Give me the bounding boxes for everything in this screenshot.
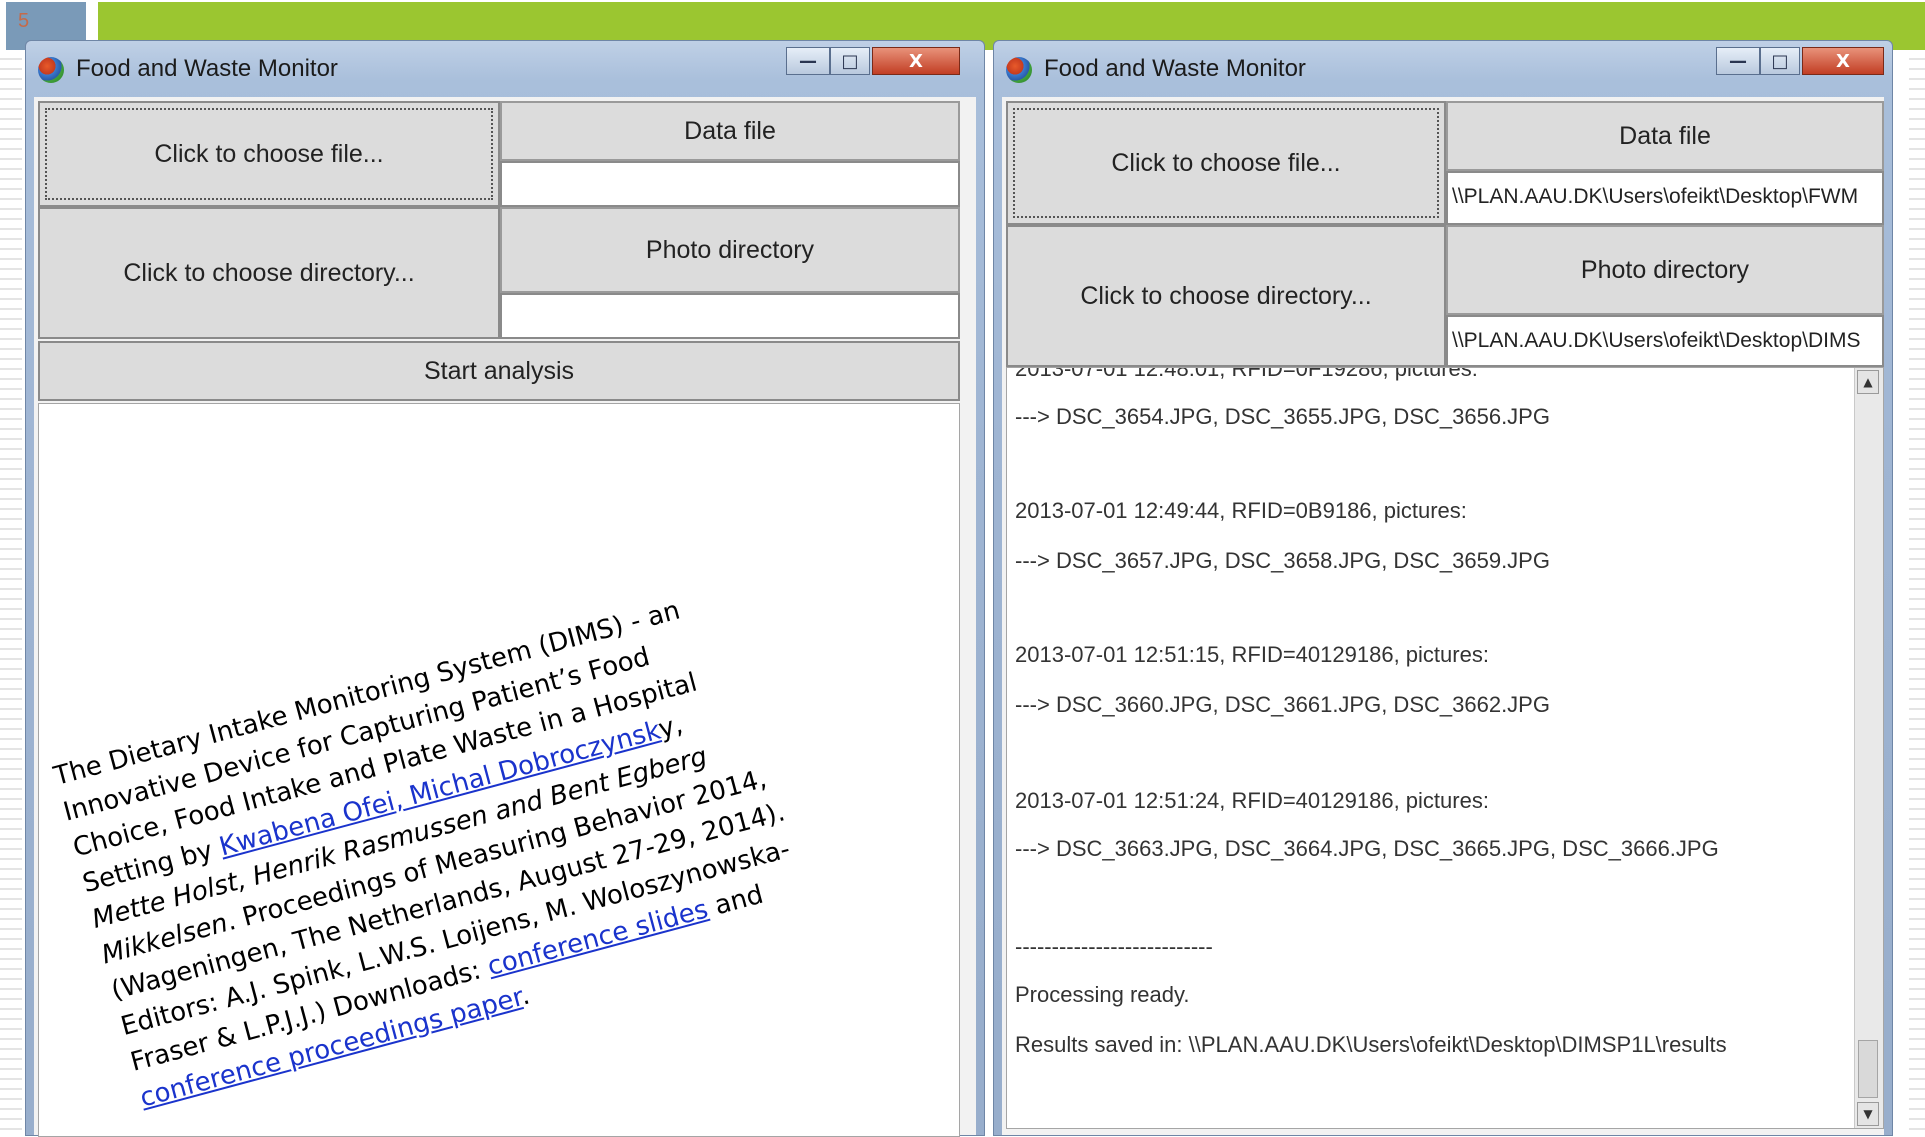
- photo-directory-field[interactable]: [500, 293, 960, 339]
- app-icon: [38, 57, 64, 83]
- log-line: ---> DSC_3654.JPG, DSC_3655.JPG, DSC_365…: [1015, 404, 1550, 429]
- log-line: 2013-07-01 12:51:15, RFID=40129186, pict…: [1015, 642, 1489, 667]
- choose-directory-button[interactable]: Click to choose directory...: [38, 207, 500, 339]
- window-title: Food and Waste Monitor: [1044, 55, 1306, 82]
- start-analysis-button[interactable]: Start analysis: [38, 341, 960, 401]
- choose-directory-button[interactable]: Click to choose directory...: [1006, 225, 1446, 367]
- right-client-area: Click to choose file... Data file \\PLAN…: [1002, 97, 1884, 1135]
- log-line: 2013-07-01 12:48:01, RFID=0F19286, pictu…: [1015, 367, 1478, 381]
- log-line: ---> DSC_3660.JPG, DSC_3661.JPG, DSC_366…: [1015, 692, 1550, 717]
- processing-status: Processing ready.: [1015, 982, 1190, 1007]
- left-titlebar[interactable]: Food and Waste Monitor — □ X: [26, 41, 984, 97]
- scroll-down-icon[interactable]: ▼: [1857, 1102, 1879, 1126]
- log-line: ---> DSC_3663.JPG, DSC_3664.JPG, DSC_366…: [1015, 836, 1719, 861]
- data-file-label: Data file: [1446, 101, 1884, 171]
- log-line: 2013-07-01 12:49:44, RFID=0B9186, pictur…: [1015, 498, 1467, 523]
- results-path: Results saved in: \\PLAN.AAU.DK\Users\of…: [1015, 1032, 1727, 1057]
- maximize-button[interactable]: □: [1760, 47, 1800, 75]
- photo-directory-field[interactable]: \\PLAN.AAU.DK\Users\ofeikt\Desktop\DIMS: [1446, 315, 1884, 367]
- data-file-field[interactable]: \\PLAN.AAU.DK\Users\ofeikt\Desktop\FWM: [1446, 171, 1884, 225]
- choose-file-button[interactable]: Click to choose file...: [1006, 101, 1446, 225]
- close-button[interactable]: X: [872, 47, 960, 75]
- photo-directory-label: Photo directory: [1446, 225, 1884, 315]
- log-line: ---> DSC_3657.JPG, DSC_3658.JPG, DSC_365…: [1015, 548, 1550, 573]
- choose-file-button[interactable]: Click to choose file...: [38, 101, 500, 207]
- log-separator: ---------------------------: [1015, 934, 1213, 959]
- window-title: Food and Waste Monitor: [76, 55, 338, 82]
- scroll-up-icon[interactable]: ▲: [1857, 370, 1879, 394]
- slide-right-rule: [1909, 50, 1925, 1136]
- scroll-thumb[interactable]: [1858, 1040, 1878, 1098]
- right-window: Food and Waste Monitor — □ X Click to ch…: [993, 40, 1893, 1136]
- citation-and: and: [703, 879, 767, 924]
- photo-directory-label: Photo directory: [500, 207, 960, 293]
- log-line: 2013-07-01 12:51:24, RFID=40129186, pict…: [1015, 788, 1489, 813]
- app-icon: [1006, 57, 1032, 83]
- slide-left-rule: [0, 50, 22, 1136]
- right-titlebar[interactable]: Food and Waste Monitor — □ X: [994, 41, 1892, 97]
- maximize-button[interactable]: □: [830, 47, 870, 75]
- data-file-label: Data file: [500, 101, 960, 161]
- close-button[interactable]: X: [1802, 47, 1884, 75]
- log-scrollbar[interactable]: ▲ ▼: [1854, 368, 1883, 1128]
- slide-number: 5: [18, 10, 30, 32]
- minimize-button[interactable]: —: [786, 47, 830, 75]
- data-file-field[interactable]: [500, 161, 960, 207]
- results-log[interactable]: 2013-07-01 12:48:01, RFID=0F19286, pictu…: [1006, 367, 1884, 1129]
- minimize-button[interactable]: —: [1716, 47, 1760, 75]
